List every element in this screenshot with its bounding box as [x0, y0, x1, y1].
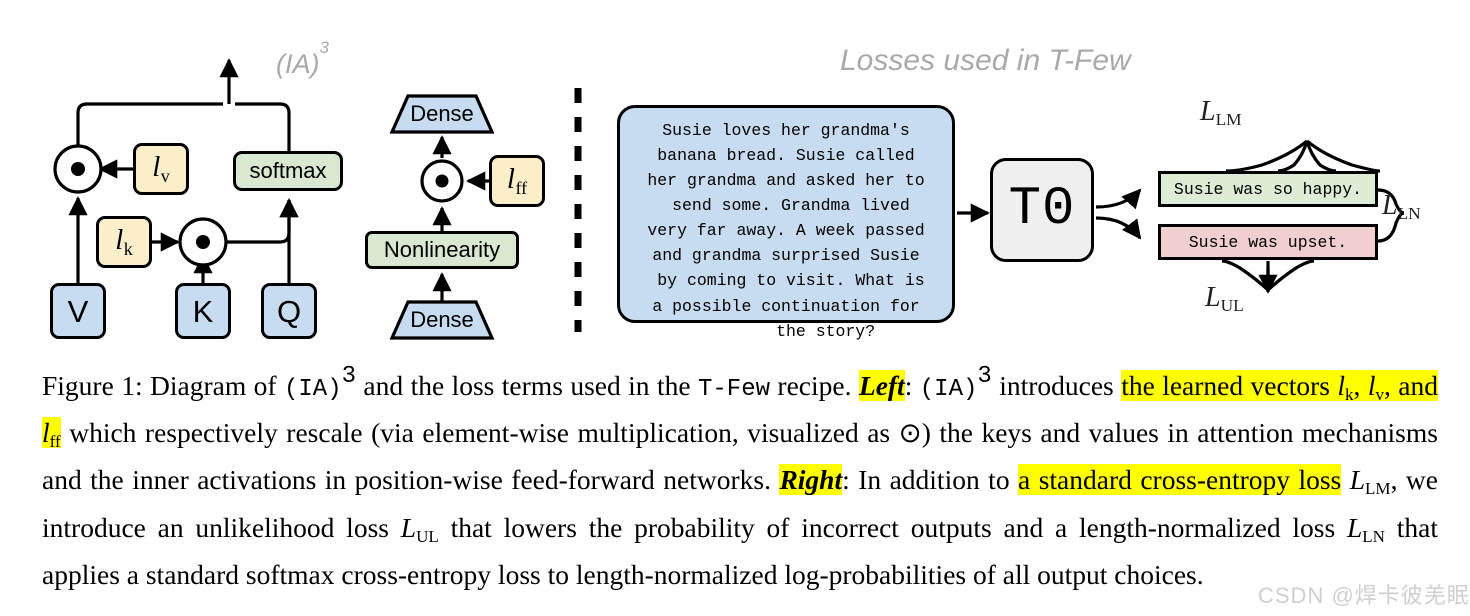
- caption-seg: cross-entropy loss to length-normalized …: [334, 558, 1204, 590]
- caption-highlight-ce-loss: a standard cross-entropy loss: [1018, 464, 1342, 496]
- caption-seg: introduces: [991, 370, 1122, 402]
- watermark: CSDN @焊卡彼羌眠: [1258, 583, 1470, 608]
- caption-ia3-sup-2: 3: [977, 363, 992, 390]
- node-l-v: lv: [133, 143, 189, 195]
- caption-seg: , and: [1383, 370, 1438, 402]
- answer-correct: Susie was so happy.: [1158, 171, 1378, 207]
- caption-seg: ,: [1353, 370, 1368, 402]
- node-softmax: softmax: [233, 151, 343, 191]
- caption-softmax-word: softmax: [245, 558, 335, 590]
- caption-seg: Figure 1: Diagram of: [42, 370, 284, 402]
- panel-title-ia3: (IA)3: [276, 37, 329, 79]
- caption-seg: :: [904, 370, 920, 402]
- caption-lv: lv: [1367, 370, 1384, 405]
- odot-icon: ⊙: [898, 417, 922, 449]
- caption-seg: [1341, 464, 1349, 495]
- caption-ia3-mono: (IA): [284, 376, 342, 404]
- figure-diagram: (IA)3 Losses used in T-Few V K Q lv lk s…: [0, 0, 1470, 350]
- node-nonlinearity: Nonlinearity: [365, 231, 519, 269]
- node-t0-model: T0: [990, 158, 1094, 262]
- caption-right-marker: Right: [779, 464, 843, 496]
- node-l-ff: lff: [489, 155, 545, 207]
- prompt-textbox: Susie loves her grandma's banana bread. …: [617, 105, 955, 341]
- caption-lff: lff: [42, 417, 61, 452]
- loss-label-lm: LLM: [1200, 96, 1242, 130]
- caption-lul: LUL: [400, 511, 439, 546]
- caption-seg: recipe.: [770, 370, 859, 402]
- caption-tfew-mono: T-Few: [697, 376, 770, 404]
- caption-seg: which respectively rescale (via element-…: [60, 417, 899, 449]
- caption-seg: : In addition to: [842, 464, 1019, 496]
- node-v: V: [50, 283, 106, 339]
- caption-llm: LLM: [1349, 464, 1391, 499]
- loss-label-ul: LUL: [1205, 282, 1244, 316]
- node-l-k: lk: [96, 216, 152, 268]
- figure-caption: Figure 1: Diagram of (IA)3 and the loss …: [42, 358, 1438, 594]
- caption-seg: and the loss terms used in the: [356, 370, 698, 402]
- node-q: Q: [261, 283, 317, 339]
- caption-ia3-sup: 3: [341, 363, 357, 390]
- node-dense-bottom: Dense: [410, 307, 474, 332]
- node-k: K: [175, 283, 231, 339]
- caption-seg: the learned vectors: [1121, 370, 1338, 402]
- loss-label-ln: LLN: [1382, 190, 1421, 224]
- panel-title-losses: Losses used in T-Few: [840, 44, 1131, 77]
- caption-left-marker: Left: [858, 370, 905, 402]
- caption-lk: lk: [1337, 370, 1354, 405]
- node-dense-top: Dense: [410, 101, 474, 126]
- answer-incorrect: Susie was upset.: [1158, 224, 1378, 260]
- caption-ia3-mono-2: (IA): [919, 376, 978, 404]
- caption-lln: LLN: [1346, 511, 1385, 546]
- caption-seg: that lowers the probability of incorrect…: [438, 511, 1347, 543]
